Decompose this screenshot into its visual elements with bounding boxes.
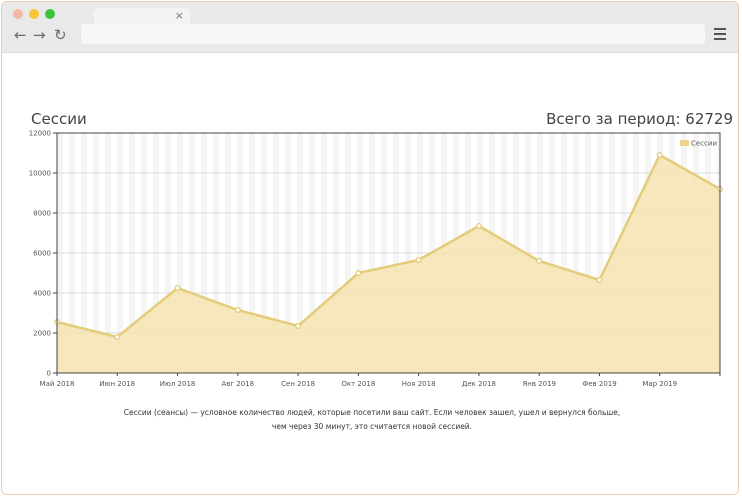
x-tick-label: Дек 2018 bbox=[462, 380, 496, 388]
data-point bbox=[234, 307, 241, 313]
x-tick-label: Июн 2018 bbox=[99, 380, 135, 388]
reload-icon[interactable]: ↻ bbox=[54, 26, 67, 44]
forward-arrow-icon[interactable]: → bbox=[33, 26, 46, 44]
y-tick-label: 10000 bbox=[29, 170, 51, 178]
y-tick-label: 6000 bbox=[33, 250, 51, 258]
browser-window: × ← → ↻ Сессии Всего за период: 62729 02… bbox=[1, 1, 739, 495]
data-point bbox=[536, 258, 543, 264]
page-content: Сессии Всего за период: 62729 0 2000 4000 6… bbox=[2, 53, 738, 494]
y-tick-label: 0 bbox=[47, 370, 51, 378]
y-tick-label: 8000 bbox=[33, 210, 51, 218]
y-axis-ticks: 0 2000 4000 6000 8000 10000 12000 bbox=[29, 130, 57, 378]
data-point bbox=[174, 285, 181, 291]
data-point bbox=[656, 152, 663, 158]
tab-close-icon[interactable]: × bbox=[175, 9, 184, 23]
data-point bbox=[295, 323, 302, 329]
data-point bbox=[114, 334, 121, 340]
data-point bbox=[355, 270, 362, 276]
y-tick-label: 12000 bbox=[29, 130, 51, 138]
browser-toolbar: × ← → ↻ bbox=[2, 2, 738, 53]
x-tick-label: Авг 2018 bbox=[221, 380, 254, 388]
address-bar[interactable] bbox=[81, 24, 705, 44]
sessions-description: Сессии (сеансы) — условное количество лю… bbox=[123, 408, 621, 431]
maximize-window-icon[interactable] bbox=[45, 9, 55, 19]
x-tick-label: Фев 2019 bbox=[582, 380, 617, 388]
close-window-icon[interactable] bbox=[13, 9, 23, 19]
data-point bbox=[475, 223, 482, 229]
x-tick-label: Мар 2019 bbox=[642, 380, 677, 388]
x-tick-label: Ноя 2018 bbox=[402, 380, 436, 388]
data-point bbox=[596, 277, 603, 283]
legend-swatch bbox=[680, 140, 689, 146]
back-arrow-icon[interactable]: ← bbox=[14, 26, 27, 44]
browser-tab[interactable]: × bbox=[94, 8, 190, 24]
data-point bbox=[415, 257, 422, 263]
x-axis-ticks: Май 2018 Июн 2018 Июл 2018 Авг 2018 Сен 2018… bbox=[40, 373, 721, 388]
y-tick-label: 4000 bbox=[33, 290, 51, 298]
x-tick-label: Янв 2019 bbox=[522, 380, 556, 388]
hamburger-menu-icon[interactable] bbox=[714, 28, 726, 40]
x-tick-label: Окт 2018 bbox=[341, 380, 375, 388]
y-tick-label: 2000 bbox=[33, 330, 51, 338]
legend-label-sessions: Сессии bbox=[691, 140, 717, 148]
x-tick-label: Июл 2018 bbox=[160, 380, 196, 388]
x-tick-label: Сен 2018 bbox=[281, 380, 315, 388]
minimize-window-icon[interactable] bbox=[29, 9, 39, 19]
x-tick-label: Май 2018 bbox=[40, 380, 75, 388]
